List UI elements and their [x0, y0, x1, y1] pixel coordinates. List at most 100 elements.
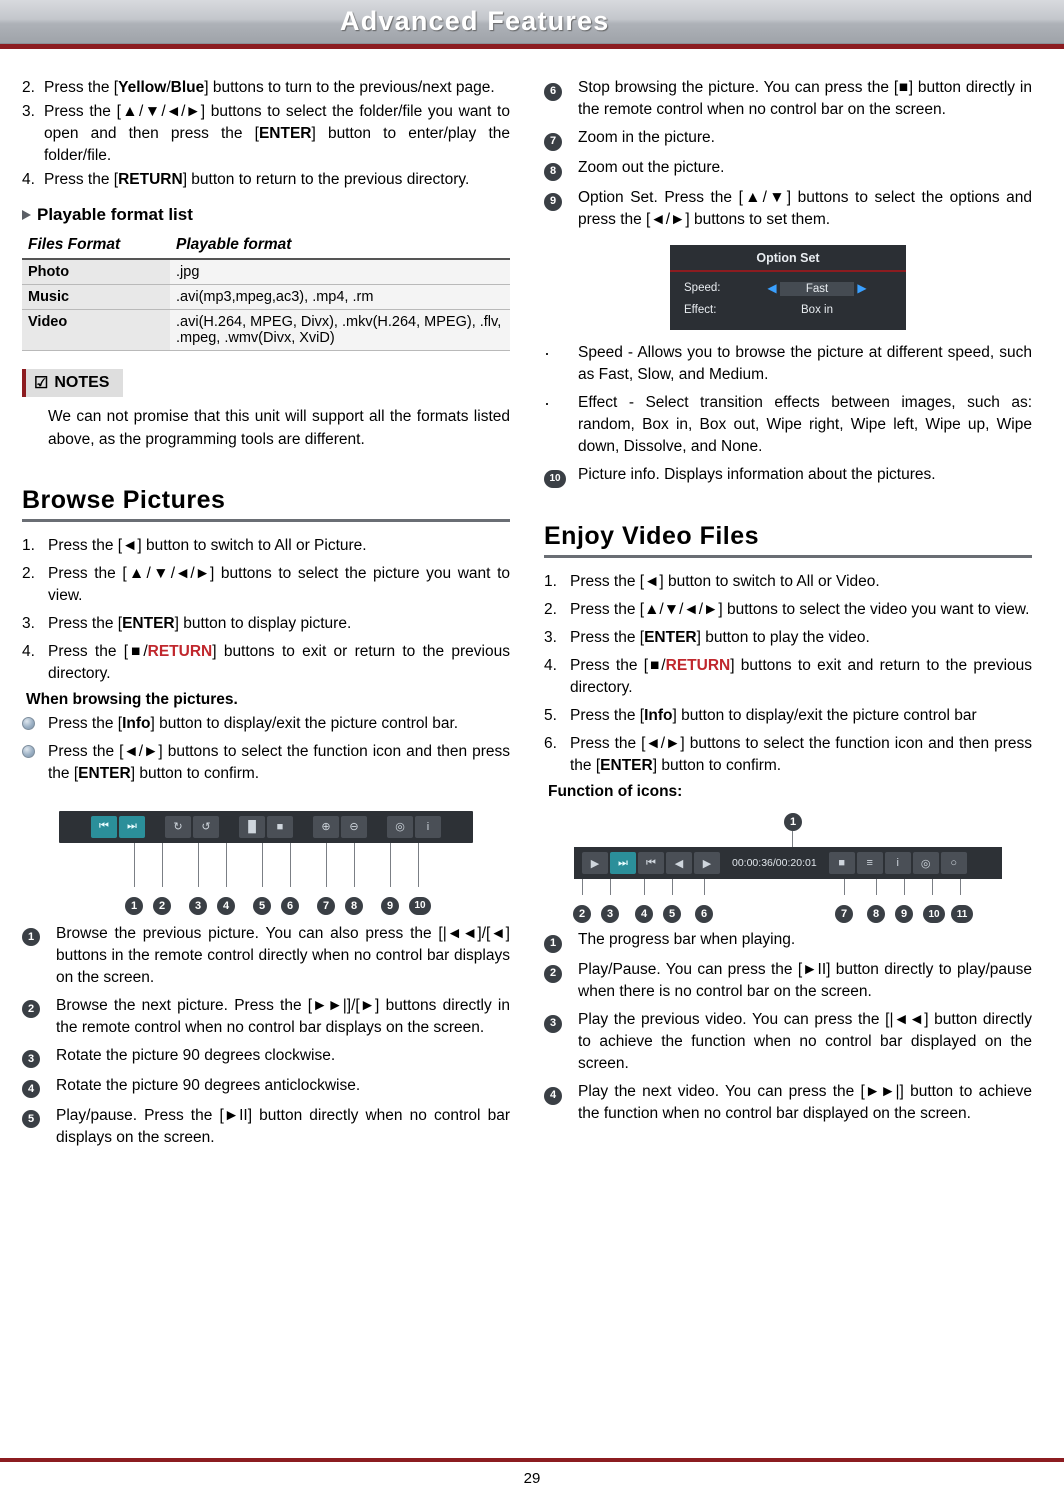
option-set-row-speed[interactable]: Speed: ◀ Fast ▶ — [670, 272, 906, 296]
callout-badge: 9 — [544, 187, 578, 231]
numbered-icon-text: Play/Pause. You can press the [►II] butt… — [578, 961, 1032, 1001]
picture-control-bar-figure: ⏮ ⏭ ↻ ↺ ▐▌ ■ ⊕ ⊖ ◎ i 1 2 3 4 5 6 7 8 9 10 — [22, 810, 510, 917]
table-row: Music .avi(mp3,mpeg,ac3), .mp4, .rm — [22, 284, 510, 310]
list-item-text: Press the [▲/▼/◄/►] buttons to select th… — [48, 564, 510, 604]
dot-item: · Effect - Select transition effects betw… — [544, 392, 1032, 458]
video-control-bar-figure: 1 ▶ ⏭ ⏮ ◀ ▶ 00:00:36/00:20:01 ■ ≡ i ◎ ○ 2 3 4 5 6 7 8 9 10… — [544, 813, 1032, 925]
callout-leader — [610, 879, 611, 896]
option-set-effect-value: Box in — [801, 304, 833, 316]
list-item-number: 1. — [22, 536, 35, 554]
callout-2: 2 — [573, 905, 591, 924]
browse-pictures-steps: 1. Press the [◄] button to switch to All … — [22, 535, 510, 685]
numbered-icon-item: 9 Option Set. Press the [▲/▼] buttons to … — [544, 187, 1032, 231]
callout-leader — [932, 879, 933, 896]
browse-pictures-heading: Browse Pictures — [22, 485, 226, 514]
callout-10: 10 — [923, 905, 945, 924]
dot-icon: · — [544, 343, 550, 363]
option-set-speed-label: Speed: — [684, 282, 721, 294]
zoom-out-icon[interactable]: ⊖ — [341, 815, 367, 838]
repeat-icon[interactable]: ○ — [940, 852, 967, 875]
list-item-number: 6. — [544, 735, 557, 753]
callout-7: 7 — [317, 896, 335, 915]
rotate-cw-icon[interactable]: ↻ — [165, 815, 191, 838]
zoom-in-icon[interactable]: ⊕ — [313, 815, 339, 838]
callout-3: 3 — [601, 905, 619, 924]
info-icon[interactable]: i — [884, 852, 911, 875]
stop-icon[interactable]: ■ — [828, 852, 855, 875]
numbered-icon-text: Option Set. Press the [▲/▼] buttons to s… — [578, 189, 1032, 228]
list-item: 1. Press the [◄] button to switch to All … — [544, 571, 1032, 593]
callout-badge: 4 — [544, 1081, 578, 1125]
list-item-number: 4. — [22, 642, 35, 660]
option-icon[interactable]: ◎ — [912, 852, 939, 875]
list-item-text: Press the [■/RETURN] buttons to exit and… — [570, 657, 1032, 697]
callout-4: 4 — [635, 905, 653, 924]
control-group: ↻ ↺ — [165, 815, 219, 838]
callout-badge: 5 — [22, 1105, 56, 1149]
callout-badge: 10 — [544, 464, 578, 489]
option-set-icon[interactable]: ◎ — [387, 815, 413, 838]
list-item-text: Press the [▲/▼/◄/►] buttons to select th… — [570, 601, 1030, 619]
video-top-callout-wrap: 1 — [544, 813, 1032, 848]
list-item-number: 3. — [544, 629, 557, 647]
bullet-item: Press the [Info] button to display/exit … — [22, 713, 510, 735]
option-set-speed-value: Fast — [779, 282, 855, 296]
check-box-icon: ☑ — [34, 375, 49, 392]
next-track-icon[interactable]: ⏭ — [610, 852, 636, 875]
prev-icon[interactable]: ⏮ — [91, 815, 117, 838]
video-callout-leaders — [544, 879, 1032, 905]
callout-8: 8 — [345, 896, 363, 915]
table-header-row: Files Format Playable format — [22, 232, 510, 260]
list-item-number: 1. — [544, 573, 557, 591]
numbered-icon-item: 7 Zoom in the picture. — [544, 127, 1032, 151]
playable-format-heading: Playable format list — [22, 205, 510, 225]
callout-badge: 2 — [544, 959, 578, 1003]
callout-leader — [134, 842, 135, 887]
cell-playable-format: .avi(H.264, MPEG, Divx), .mkv(H.264, MPE… — [170, 309, 510, 351]
prev-icon[interactable]: ⏮ — [638, 852, 664, 875]
list-item-number: 2. — [544, 601, 557, 619]
pause-icon[interactable]: ▐▌ — [239, 815, 265, 838]
list-item-text: Press the [◄] button to switch to All or… — [48, 536, 367, 554]
dot-item-text: Speed - Allows you to browse the picture… — [578, 344, 1032, 383]
callout-leader — [198, 842, 199, 887]
callout-badge: 8 — [544, 157, 578, 181]
numbered-icon-text: Rotate the picture 90 degrees anticlockw… — [56, 1076, 361, 1094]
callout-badge: 3 — [22, 1045, 56, 1069]
callout-badge: 7 — [544, 127, 578, 151]
callout-11: 11 — [951, 905, 973, 924]
video-control-bar[interactable]: ▶ ⏭ ⏮ ◀ ▶ 00:00:36/00:20:01 ■ ≡ i ◎ ○ — [574, 847, 1002, 880]
rewind-icon[interactable]: ◀ — [666, 852, 692, 875]
next-icon[interactable]: ⏭ — [119, 815, 145, 838]
callout-leader — [582, 879, 583, 896]
numbered-icon-item: 3 Rotate the picture 90 degrees clockwise… — [22, 1045, 510, 1069]
numbered-icon-text: Play the next video. You can press the [… — [578, 1083, 1032, 1123]
option-set-row-effect[interactable]: Effect: Box in — [670, 295, 906, 316]
numbered-icon-text: Play the previous video. You can press t… — [578, 1011, 1032, 1073]
list-item: 3. Press the [ENTER] button to display pi… — [22, 613, 510, 635]
left-column: 2. Press the [Yellow/Blue] buttons to tur… — [22, 77, 510, 1155]
cell-playable-format: .jpg — [170, 259, 510, 285]
control-group: ⊕ ⊖ — [313, 815, 367, 838]
callout-1: 1 — [784, 813, 802, 832]
content-columns: 2. Press the [Yellow/Blue] buttons to tur… — [0, 51, 1064, 1155]
function-of-icons-label: Function of icons: — [548, 783, 683, 801]
info-icon[interactable]: i — [415, 815, 441, 838]
picture-icon-descriptions-continued: 6 Stop browsing the picture. You can pres… — [544, 77, 1032, 231]
callout-9: 9 — [381, 896, 399, 915]
subtitle-icon[interactable]: ≡ — [856, 852, 883, 875]
play-icon[interactable]: ▶ — [582, 852, 608, 875]
picture-control-bar[interactable]: ⏮ ⏭ ↻ ↺ ▐▌ ■ ⊕ ⊖ ◎ i — [59, 810, 473, 843]
stop-icon[interactable]: ■ — [267, 815, 293, 838]
list-item-text: Press the [■/RETURN] buttons to exit or … — [48, 642, 510, 682]
callout-leader — [418, 842, 419, 887]
list-item: 6. Press the [◄/►] buttons to select the … — [544, 733, 1032, 777]
chevron-right-icon[interactable]: ▶ — [857, 281, 866, 295]
forward-icon[interactable]: ▶ — [694, 852, 720, 875]
chevron-left-icon[interactable]: ◀ — [767, 281, 776, 295]
list-item: 4. Press the [■/RETURN] buttons to exit a… — [544, 655, 1032, 699]
picture-info-item: 10 Picture info. Displays information abo… — [544, 464, 1032, 489]
callout-leader — [326, 842, 327, 887]
rotate-ccw-icon[interactable]: ↺ — [193, 815, 219, 838]
numbered-icon-text: Browse the previous picture. You can als… — [56, 924, 510, 986]
